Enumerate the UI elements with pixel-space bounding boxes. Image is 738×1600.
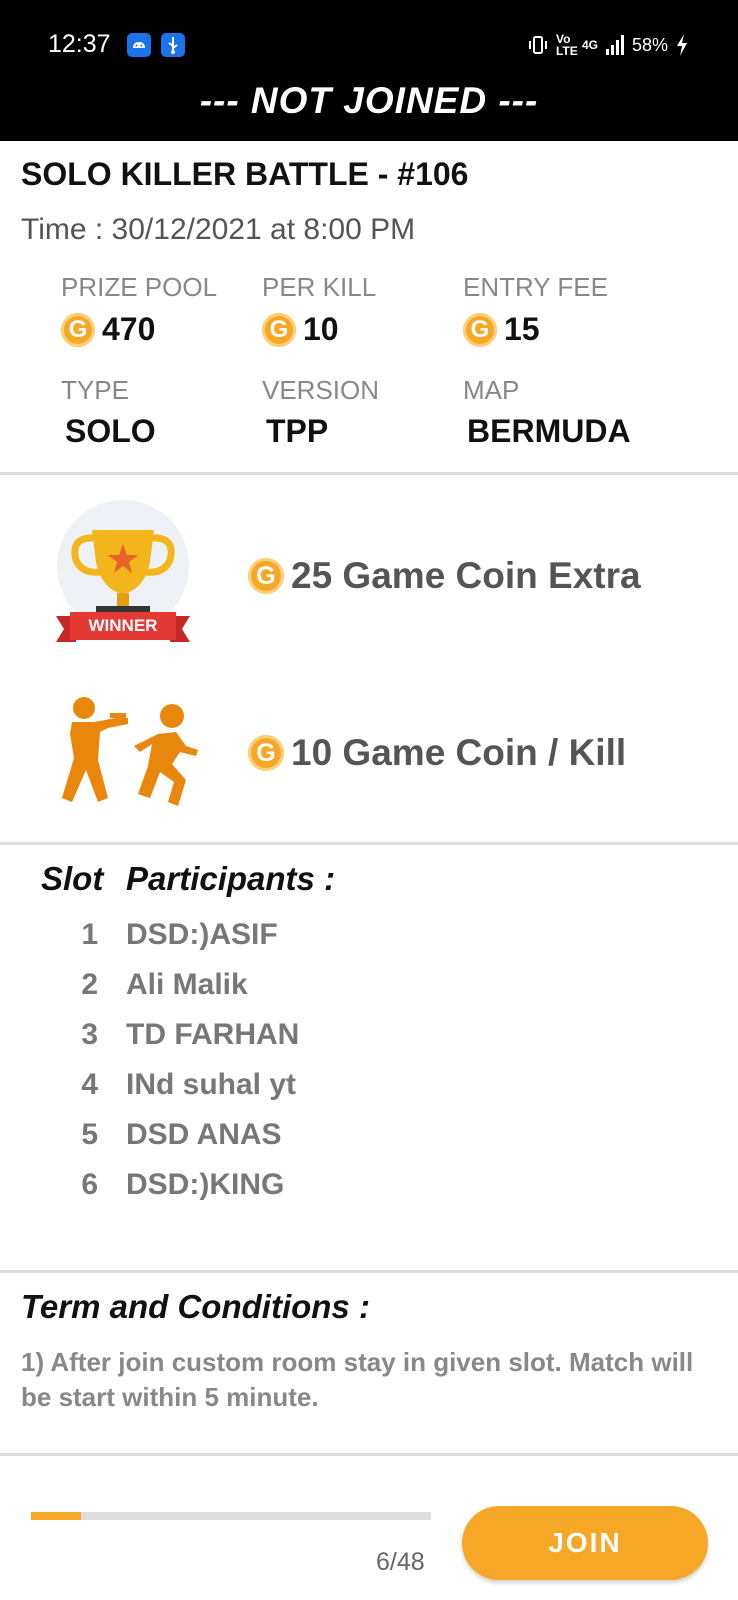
version-label: VERSION (262, 375, 380, 405)
kill-reward: G 10 Game Coin / Kill (248, 732, 626, 774)
slot-number: 3 (81, 1018, 98, 1051)
status-icons: Vo LTE 4G 58% (528, 33, 688, 57)
participant-row: 1 DSD:)ASIF (0, 918, 738, 968)
participant-row: 6 DSD:)KING (0, 1168, 738, 1218)
entry-fee-label: ENTRY FEE (463, 272, 608, 302)
divider (0, 1270, 738, 1273)
slots-progress-bar (31, 1512, 431, 1520)
terms-title: Term and Conditions : (21, 1288, 370, 1325)
coin-icon: G (61, 312, 95, 347)
entry-fee-amount: 15 (504, 311, 540, 347)
participant-row: 4 INd suhal yt (0, 1068, 738, 1118)
per-kill-label: PER KILL (262, 272, 377, 302)
slot-header: Slot (41, 860, 104, 897)
participant-name: DSD ANAS (126, 1118, 282, 1151)
join-status-banner: --- NOT JOINED --- (199, 80, 539, 121)
type-value: SOLO (65, 413, 156, 449)
participant-name: DSD:)KING (126, 1168, 285, 1201)
winner-reward: G 25 Game Coin Extra (248, 555, 641, 597)
kill-reward-text: 10 Game Coin / Kill (291, 732, 627, 773)
divider (0, 1453, 738, 1456)
signal-icon (605, 35, 624, 55)
kill-icon (46, 694, 206, 818)
prize-pool-amount: 470 (102, 311, 156, 347)
slots-count: 6/48 (376, 1548, 425, 1576)
join-button[interactable]: JOIN (462, 1506, 708, 1580)
slot-number: 4 (81, 1068, 98, 1101)
participant-row: 2 Ali Malik (0, 968, 738, 1018)
map-value: BERMUDA (467, 413, 631, 449)
coin-icon: G (463, 312, 497, 347)
participant-row: 3 TD FARHAN (0, 1018, 738, 1068)
coin-icon: G (262, 312, 296, 347)
header-bar: 12:37 Vo LTE 4G 58% --- NOT JOINED --- (0, 0, 738, 141)
per-kill-amount: 10 (303, 311, 339, 347)
participants-header: Participants : (126, 860, 336, 897)
terms-body: 1) After join custom room stay in given … (21, 1347, 694, 1412)
slot-number: 5 (81, 1118, 98, 1151)
coin-icon: G (248, 735, 284, 771)
participant-row: 5 DSD ANAS (0, 1118, 738, 1168)
participant-name: Ali Malik (126, 968, 248, 1001)
slots-progress-fill (31, 1512, 81, 1520)
version-value: TPP (266, 413, 329, 449)
divider (0, 842, 738, 845)
slot-number: 1 (81, 918, 98, 951)
android-icon (127, 33, 151, 57)
battery-level: 58% (631, 34, 668, 55)
vibrate-icon (528, 36, 547, 54)
coin-icon: G (248, 558, 284, 594)
map-label: MAP (463, 375, 520, 405)
slot-number: 6 (81, 1168, 98, 1201)
status-time: 12:37 (48, 30, 111, 58)
volte-indicator: Vo LTE (555, 32, 578, 58)
usb-icon (161, 33, 185, 57)
prize-pool-label: PRIZE POOL (61, 272, 218, 302)
match-time: Time : 30/12/2021 at 8:00 PM (21, 213, 416, 246)
per-kill-value: G 10 (262, 311, 339, 348)
participant-name: DSD:)ASIF (126, 918, 278, 951)
slot-number: 2 (81, 968, 98, 1001)
winner-badge: WINNER (88, 616, 158, 635)
prize-pool-value: G 470 (61, 311, 155, 348)
entry-fee-value: G 15 (463, 311, 540, 348)
participant-name: INd suhal yt (126, 1068, 297, 1101)
participant-name: TD FARHAN (126, 1018, 300, 1051)
network-type: 4G (581, 38, 598, 52)
charging-icon (677, 34, 687, 56)
winner-trophy-icon: WINNER (52, 500, 198, 660)
match-title: SOLO KILLER BATTLE - #106 (21, 156, 469, 192)
divider (0, 472, 738, 475)
type-label: TYPE (61, 375, 129, 405)
winner-reward-text: 25 Game Coin Extra (291, 555, 641, 596)
